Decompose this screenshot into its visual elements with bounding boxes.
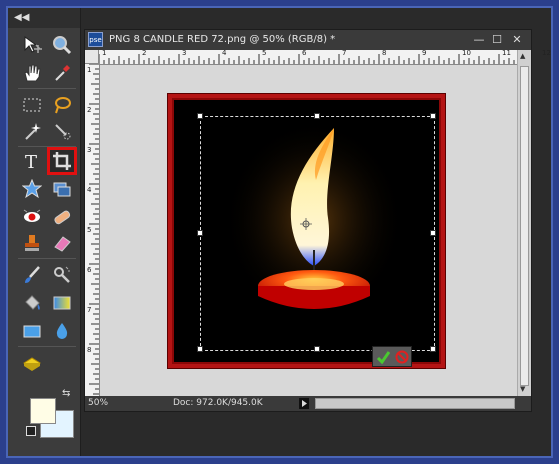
app-badge-icon: pse [88, 32, 103, 47]
magic-wand-tool-icon[interactable] [20, 120, 44, 142]
commit-check-icon[interactable] [376, 350, 390, 364]
maximize-button[interactable]: ☐ [489, 30, 505, 50]
ruler-left-label: 5 [87, 226, 92, 234]
clone-stamp-tool-icon[interactable] [20, 232, 44, 254]
crop-handle[interactable] [197, 113, 203, 119]
ruler-top-label: 12 [542, 49, 551, 57]
crop-handle[interactable] [430, 230, 436, 236]
brush-tool-icon[interactable] [20, 264, 44, 286]
ruler-top-label: 3 [182, 49, 187, 57]
ruler-top-label: 5 [262, 49, 267, 57]
ruler-left: 1 2 3 4 5 6 7 8 [85, 64, 100, 396]
blur-tool-icon[interactable] [50, 320, 74, 342]
ruler-top-label: 1 [102, 49, 107, 57]
scroll-up-icon[interactable]: ▲ [520, 52, 525, 60]
gradient-tool-icon[interactable] [50, 292, 74, 314]
ruler-left-label: 2 [87, 106, 92, 114]
crop-tool-icon[interactable] [47, 147, 77, 175]
crop-handle[interactable] [430, 346, 436, 352]
ruler-left-label: 1 [87, 66, 92, 74]
document-title: PNG 8 CANDLE RED 72.png @ 50% (RGB/8) * [109, 34, 336, 45]
cancel-icon[interactable] [395, 350, 409, 364]
toolbox-collapse[interactable]: ◀◀ [8, 8, 80, 28]
sponge-tool-icon[interactable] [20, 352, 44, 374]
cookie-cutter-tool-icon[interactable] [20, 178, 44, 200]
close-button[interactable]: ✕ [509, 30, 525, 50]
zoom-level[interactable]: 50% [88, 396, 108, 411]
vertical-scroll-thumb[interactable] [520, 66, 529, 386]
doc-size: Doc: 972.0K/945.0K [173, 398, 263, 408]
toolbox-divider [18, 258, 76, 259]
ruler-top-label: 2 [142, 49, 147, 57]
recompose-tool-icon[interactable] [50, 178, 74, 200]
ruler-top-label: 11 [502, 49, 511, 57]
ruler-top-label: 7 [342, 49, 347, 57]
status-menu-button[interactable] [299, 398, 309, 409]
candle-image [174, 100, 439, 362]
scroll-down-icon[interactable]: ▼ [520, 385, 525, 393]
document-title-bar[interactable]: pse PNG 8 CANDLE RED 72.png @ 50% (RGB/8… [85, 30, 531, 50]
horizontal-scrollbar[interactable] [315, 398, 515, 409]
move-tool-icon[interactable] [20, 34, 44, 56]
toolbox-panel: ◀◀ T ⇆ [8, 8, 81, 456]
ruler-left-label: 7 [87, 306, 92, 314]
foreground-color-swatch[interactable] [30, 398, 56, 424]
toolbox-divider [18, 146, 76, 147]
crop-handle[interactable] [314, 346, 320, 352]
ruler-top: 1 2 3 4 5 6 7 8 9 10 11 12 [99, 49, 551, 65]
ruler-top-label: 9 [422, 49, 427, 57]
svg-text:T: T [25, 152, 37, 171]
crop-handle[interactable] [197, 346, 203, 352]
crop-handle[interactable] [314, 113, 320, 119]
zoom-tool-icon[interactable] [50, 34, 74, 56]
image-canvas[interactable] [167, 93, 446, 369]
crop-handle[interactable] [197, 230, 203, 236]
toolbox-divider [18, 346, 76, 347]
default-colors-icon[interactable] [26, 426, 36, 436]
eraser-tool-icon[interactable] [50, 232, 74, 254]
crop-selection-box[interactable] [197, 113, 436, 352]
spot-healing-tool-icon[interactable] [50, 206, 74, 228]
paint-bucket-tool-icon[interactable] [20, 292, 44, 314]
shape-tool-icon[interactable] [20, 320, 44, 342]
ruler-top-label: 10 [462, 49, 471, 57]
document-window: pse PNG 8 CANDLE RED 72.png @ 50% (RGB/8… [84, 29, 551, 412]
swap-colors-icon[interactable]: ⇆ [62, 388, 70, 399]
crop-handle[interactable] [430, 113, 436, 119]
ruler-top-label: 6 [302, 49, 307, 57]
ruler-left-label: 8 [87, 346, 92, 354]
crop-commit-bar [372, 346, 412, 367]
vertical-scrollbar[interactable]: ▲ ▼ [517, 50, 531, 396]
hand-tool-icon[interactable] [20, 62, 44, 84]
type-tool-icon[interactable]: T [20, 150, 44, 172]
marquee-tool-icon[interactable] [20, 94, 44, 116]
eyedropper-tool-icon[interactable] [50, 62, 74, 84]
toolbox-divider [18, 88, 76, 89]
ruler-top-label: 4 [222, 49, 227, 57]
status-bar: 50% Doc: 972.0K/945.0K [85, 396, 531, 411]
smart-brush-tool-icon[interactable] [50, 264, 74, 286]
ruler-left-label: 6 [87, 266, 92, 274]
ruler-top-label: 8 [382, 49, 387, 57]
lasso-tool-icon[interactable] [50, 94, 74, 116]
minimize-button[interactable]: — [471, 30, 487, 50]
ruler-origin[interactable] [85, 50, 99, 64]
ruler-left-label: 3 [87, 146, 92, 154]
ruler-left-label: 4 [87, 186, 92, 194]
quick-selection-tool-icon[interactable] [50, 120, 74, 142]
red-eye-tool-icon[interactable] [20, 206, 44, 228]
